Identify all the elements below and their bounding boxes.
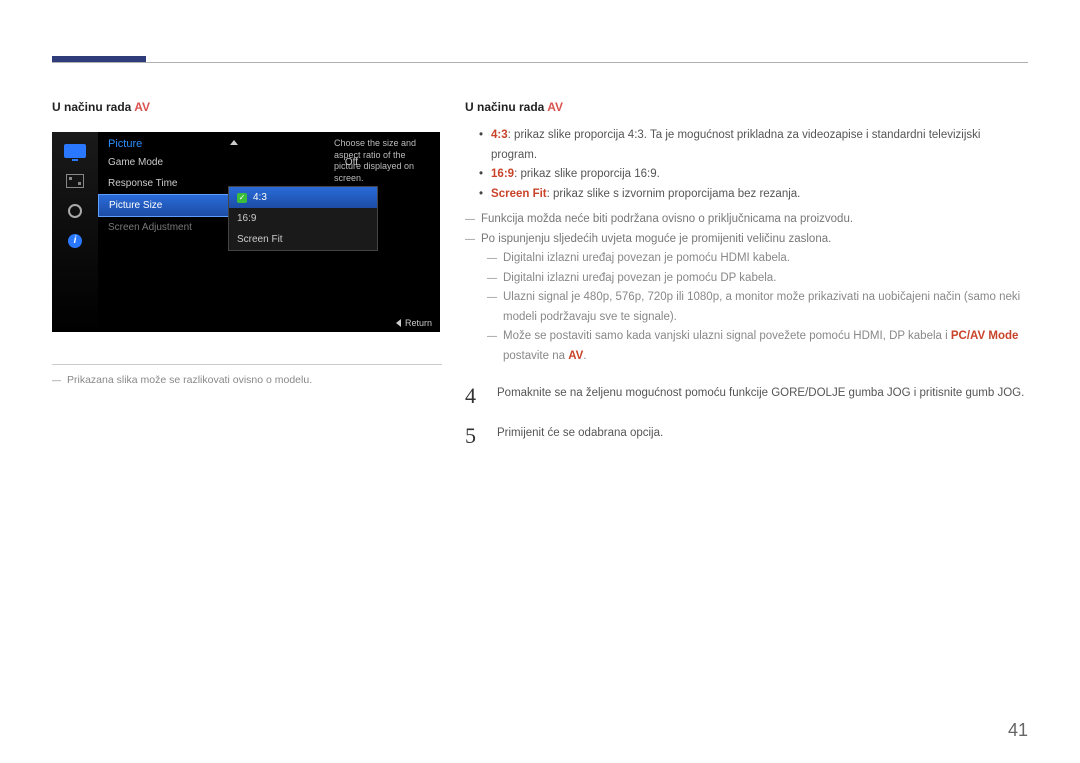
bullet-bold: 4:3 (491, 129, 508, 141)
osd-submenu-16-9: 16:9 (229, 208, 377, 229)
system-tab-icon (61, 200, 89, 222)
settings-tab-icon (61, 170, 89, 192)
sub-dash-3: Ulazni signal je 480p, 576p, 720p ili 10… (487, 288, 1028, 327)
right-heading: U načinu rada AV (465, 100, 1028, 114)
left-heading-av: AV (134, 100, 150, 114)
dash-icon (487, 327, 497, 366)
gear-icon (68, 204, 82, 218)
info-tab-icon: i (61, 230, 89, 252)
submenu-label: Screen Fit (237, 234, 283, 245)
osd-screenshot: i Picture Game Mode Off Response Time Pi… (52, 132, 440, 332)
sub-dash-post: . (583, 350, 586, 362)
sub-dash-list: Digitalni izlazni uređaj povezan je pomo… (487, 249, 1028, 366)
osd-label: Screen Adjustment (108, 222, 192, 233)
bullet-icon (479, 165, 483, 185)
bullet-icon (479, 185, 483, 205)
dash-list: Funkcija možda neće biti podržana ovisno… (465, 210, 1028, 366)
bullet-text: : prikaz slike proporcija 16:9. (514, 168, 660, 180)
footnote-text: Prikazana slika može se razlikovati ovis… (67, 373, 312, 389)
sub-dash-4: Može se postaviti samo kada vanjski ulaz… (487, 327, 1028, 366)
dash-icon (487, 288, 497, 327)
step-text: Primijenit će se odabrana opcija. (497, 425, 663, 447)
osd-submenu-screen-fit: Screen Fit (229, 229, 377, 250)
right-heading-av: AV (547, 100, 563, 114)
sub-dash-bold2: AV (568, 350, 583, 362)
sub-dash-pre: Može se postaviti samo kada vanjski ulaz… (503, 330, 951, 342)
bullet-body: 4:3: prikaz slike proporcija 4:3. Ta je … (491, 126, 1028, 165)
osd-label: Picture Size (109, 200, 162, 211)
step-number: 4 (465, 385, 479, 407)
submenu-label: 16:9 (237, 213, 256, 224)
bullet-list: 4:3: prikaz slike proporcija 4:3. Ta je … (479, 126, 1028, 204)
step-number: 5 (465, 425, 479, 447)
osd-submenu-4-3: ✓ 4:3 (229, 187, 377, 208)
left-heading-text: U načinu rada (52, 100, 134, 114)
osd-main: Picture Game Mode Off Response Time Pict… (98, 132, 440, 332)
dash-text: Po ispunjenju sljedećih uvjeta moguće je… (481, 230, 831, 250)
submenu-label: 4:3 (253, 192, 267, 203)
right-column: U načinu rada AV 4:3: prikaz slike propo… (465, 100, 1028, 447)
sub-dash-mid: postavite na (503, 350, 568, 362)
sub-dash-1: Digitalni izlazni uređaj povezan je pomo… (487, 249, 1028, 269)
return-label: Return (405, 318, 432, 328)
left-footnote-area: Prikazana slika može se razlikovati ovis… (52, 364, 442, 389)
step-4: 4 Pomaknite se na željenu mogućnost pomo… (465, 385, 1028, 407)
dash-icon (52, 373, 65, 389)
info-icon: i (68, 234, 82, 248)
bullet-body: 16:9: prikaz slike proporcija 16:9. (491, 165, 660, 185)
bullet-icon (479, 126, 483, 165)
bullet-4-3: 4:3: prikaz slike proporcija 4:3. Ta je … (479, 126, 1028, 165)
osd-label: Response Time (108, 178, 177, 189)
bullet-text: : prikaz slike proporcija 4:3. Ta je mog… (491, 129, 980, 161)
sub-dash-text: Digitalni izlazni uređaj povezan je pomo… (503, 249, 790, 269)
step-5: 5 Primijenit će se odabrana opcija. (465, 425, 1028, 447)
bullet-bold: 16:9 (491, 168, 514, 180)
left-arrow-icon (396, 319, 401, 327)
dash-item-1: Funkcija možda neće biti podržana ovisno… (465, 210, 1028, 230)
sub-dash-text: Digitalni izlazni uređaj povezan je pomo… (503, 269, 776, 289)
step-text: Pomaknite se na željenu mogućnost pomoću… (497, 385, 1024, 407)
up-arrow-icon (230, 140, 238, 145)
osd-submenu: ✓ 4:3 16:9 Screen Fit (228, 186, 378, 251)
dash-item-2: Po ispunjenju sljedećih uvjeta moguće je… (465, 230, 1028, 250)
sub-dash-bold1: PC/AV Mode (951, 330, 1019, 342)
dash-icon (487, 249, 497, 269)
bullet-text: : prikaz slike s izvornim proporcijama b… (547, 188, 801, 200)
osd-row-game-mode: Game Mode Off (98, 152, 368, 173)
osd-footer: Return (396, 318, 432, 328)
sub-dash-text: Ulazni signal je 480p, 576p, 720p ili 10… (503, 288, 1028, 327)
left-footnote: Prikazana slika može se razlikovati ovis… (52, 373, 442, 389)
left-column: U načinu rada AV i Picture Game Mode Off… (52, 100, 442, 389)
check-icon: ✓ (237, 193, 247, 203)
sub-dash-2: Digitalni izlazni uređaj povezan je pomo… (487, 269, 1028, 289)
bullet-bold: Screen Fit (491, 188, 547, 200)
dash-icon (487, 269, 497, 289)
header-divider (52, 62, 1028, 63)
right-heading-text: U načinu rada (465, 100, 547, 114)
osd-label: Game Mode (108, 157, 163, 168)
picture-tab-icon (61, 140, 89, 162)
dash-icon (465, 230, 475, 250)
sub-dash-body: Može se postaviti samo kada vanjski ulaz… (503, 327, 1028, 366)
bullet-body: Screen Fit: prikaz slike s izvornim prop… (491, 185, 800, 205)
monitor-icon (64, 144, 86, 158)
page-number: 41 (1008, 720, 1028, 741)
dash-text: Funkcija možda neće biti podržana ovisno… (481, 210, 853, 230)
osd-sidebar: i (52, 132, 98, 332)
dash-icon (465, 210, 475, 230)
osd-hint-text: Choose the size and aspect ratio of the … (334, 138, 434, 185)
sliders-icon (66, 174, 84, 188)
bullet-screen-fit: Screen Fit: prikaz slike s izvornim prop… (479, 185, 1028, 205)
bullet-16-9: 16:9: prikaz slike proporcija 16:9. (479, 165, 1028, 185)
left-heading: U načinu rada AV (52, 100, 442, 114)
